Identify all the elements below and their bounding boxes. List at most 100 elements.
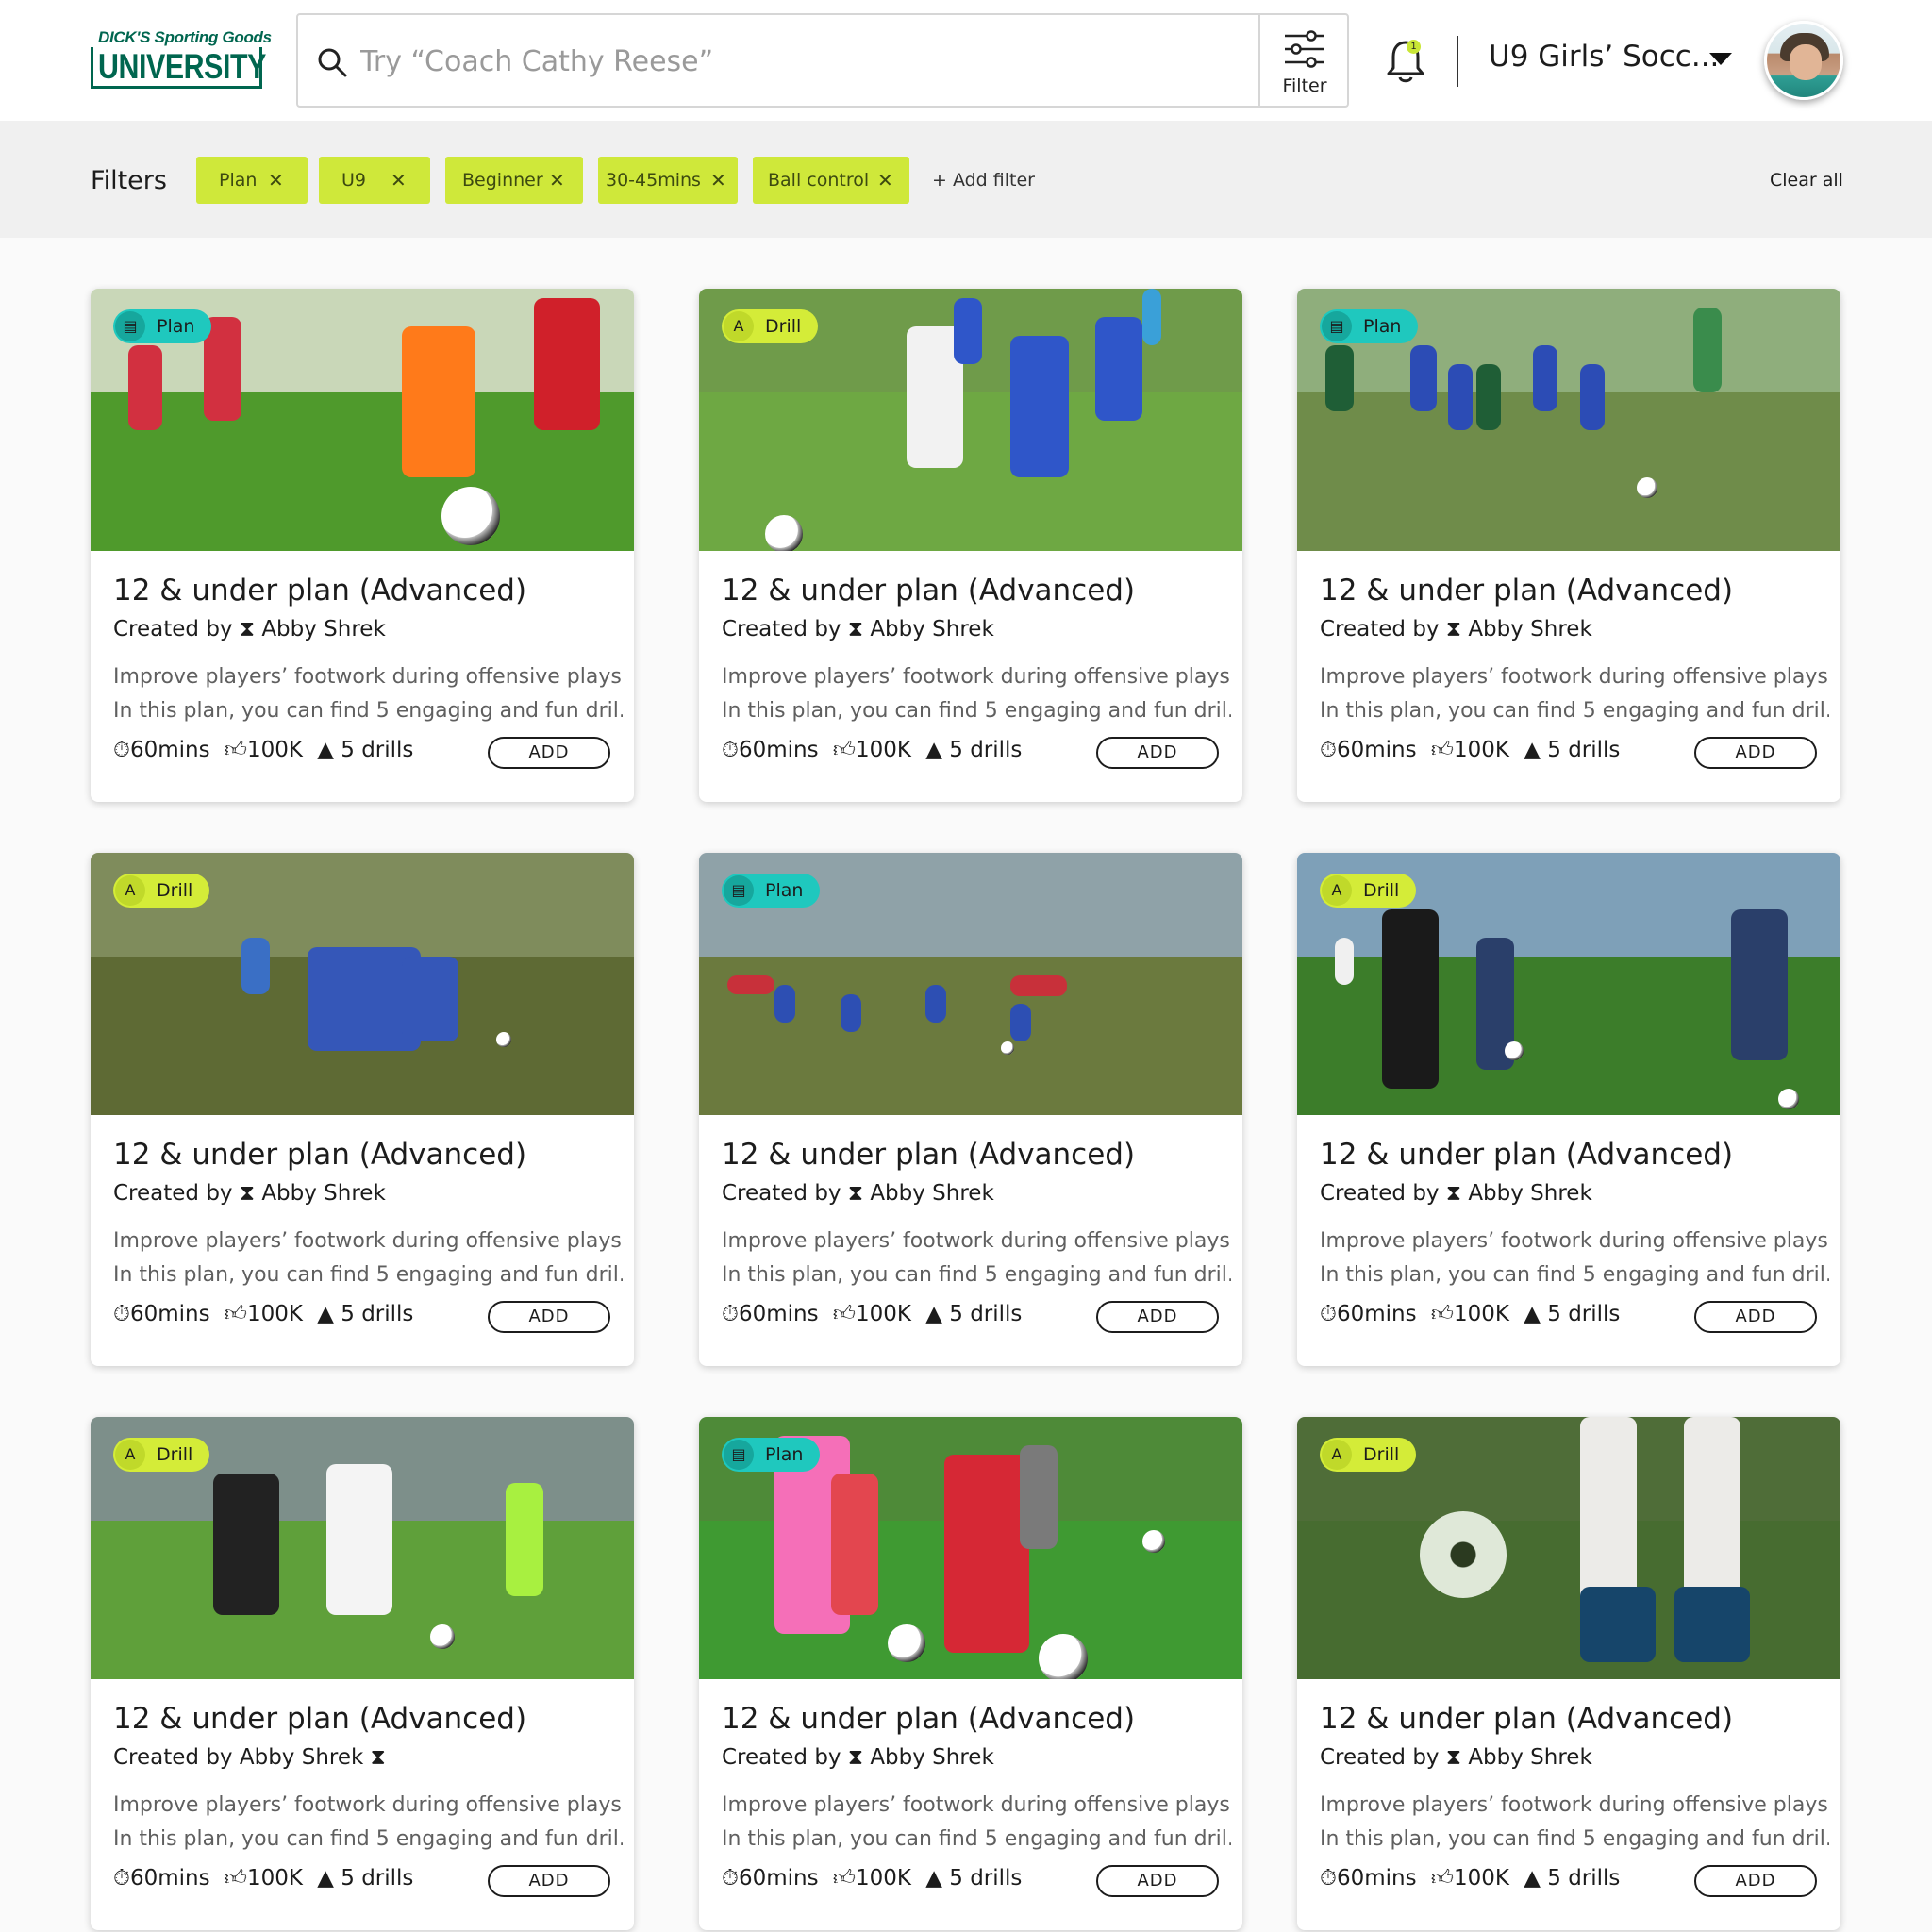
- creator-name[interactable]: Abby Shrek: [1468, 1181, 1591, 1206]
- add-button[interactable]: ADD: [1694, 737, 1817, 769]
- card-thumbnail[interactable]: A Drill: [91, 853, 634, 1115]
- close-icon[interactable]: ✕: [877, 157, 893, 204]
- filter-chip-u9[interactable]: U9 ✕: [319, 157, 430, 204]
- creator-name[interactable]: Abby Shrek: [1468, 1745, 1591, 1770]
- user-avatar[interactable]: [1764, 21, 1843, 100]
- card-creator: Created by ⧗ Abby Shrek: [1320, 1181, 1592, 1206]
- add-filter-button[interactable]: + Add filter: [932, 170, 1035, 191]
- creator-name[interactable]: Abby Shrek: [1468, 617, 1591, 641]
- player-figure: [925, 985, 946, 1023]
- clear-all-button[interactable]: Clear all: [1770, 170, 1843, 191]
- creator-name[interactable]: Abby Shrek: [240, 1745, 363, 1770]
- card-type-badge: ▤ Plan: [113, 309, 212, 343]
- card-title[interactable]: 12 & under plan (Advanced): [113, 1138, 526, 1172]
- content-card[interactable]: ▤ Plan 12 & under plan (Advanced) Create…: [699, 853, 1242, 1366]
- card-thumbnail[interactable]: A Drill: [699, 289, 1242, 551]
- coach-icon: ⧗: [847, 617, 864, 641]
- search-input[interactable]: [360, 38, 1209, 85]
- filter-chip-beginner[interactable]: Beginner ✕: [445, 157, 583, 204]
- card-likes: 100K: [246, 1302, 303, 1326]
- add-button[interactable]: ADD: [1694, 1301, 1817, 1333]
- card-description: Improve players’ footwork during offensi…: [722, 1789, 1231, 1857]
- coach-icon: ⧗: [1445, 1181, 1462, 1206]
- content-card[interactable]: A Drill 12 & under plan (Advanced) Creat…: [1297, 853, 1840, 1366]
- card-description-line: In this plan, you can find 5 engaging an…: [113, 1263, 623, 1287]
- card-thumbnail[interactable]: A Drill: [1297, 1417, 1840, 1679]
- card-thumbnail[interactable]: ▤ Plan: [699, 853, 1242, 1115]
- card-description: Improve players’ footwork during offensi…: [113, 660, 623, 728]
- card-title[interactable]: 12 & under plan (Advanced): [722, 574, 1135, 608]
- add-button[interactable]: ADD: [1096, 1301, 1219, 1333]
- add-button[interactable]: ADD: [488, 1301, 610, 1333]
- stopwatch-icon: ⏱: [113, 738, 130, 762]
- card-thumbnail[interactable]: A Drill: [1297, 853, 1840, 1115]
- card-description-line: Improve players’ footwork during offensi…: [1320, 665, 1829, 689]
- card-creator: Created by Abby Shrek ⧗: [113, 1745, 386, 1770]
- player-figure: [841, 994, 861, 1032]
- close-icon[interactable]: ✕: [391, 157, 407, 204]
- card-description: Improve players’ footwork during offensi…: [113, 1789, 623, 1857]
- cone-icon: A: [724, 311, 754, 341]
- card-title[interactable]: 12 & under plan (Advanced): [722, 1138, 1135, 1172]
- content-card[interactable]: A Drill 12 & under plan (Advanced) Creat…: [91, 1417, 634, 1930]
- card-meta: ⏱60mins 👍︎100K ▲ 5 drills: [722, 1866, 1022, 1891]
- close-icon[interactable]: ✕: [710, 157, 726, 204]
- filter-chip-duration[interactable]: 30-45mins ✕: [598, 157, 738, 204]
- card-creator: Created by ⧗ Abby Shrek: [113, 617, 386, 641]
- card-description-line: In this plan, you can find 5 engaging an…: [113, 1827, 623, 1851]
- creator-prefix: Created by: [113, 1745, 233, 1770]
- add-button[interactable]: ADD: [1096, 737, 1219, 769]
- dicks-university-logo[interactable]: DICK'S Sporting Goods UNIVERSITY: [89, 28, 272, 91]
- creator-name[interactable]: Abby Shrek: [261, 1181, 385, 1206]
- add-button[interactable]: ADD: [1096, 1865, 1219, 1897]
- content-card[interactable]: ▤ Plan 12 & under plan (Advanced) Create…: [1297, 289, 1840, 802]
- add-button[interactable]: ADD: [488, 737, 610, 769]
- close-icon[interactable]: ✕: [268, 157, 284, 204]
- card-title[interactable]: 12 & under plan (Advanced): [113, 574, 526, 608]
- card-thumbnail[interactable]: ▤ Plan: [91, 289, 634, 551]
- close-icon[interactable]: ✕: [549, 157, 565, 204]
- card-thumbnail[interactable]: ▤ Plan: [1297, 289, 1840, 551]
- add-button[interactable]: ADD: [488, 1865, 610, 1897]
- creator-name[interactable]: Abby Shrek: [261, 617, 385, 641]
- creator-name[interactable]: Abby Shrek: [870, 1745, 993, 1770]
- card-likes: 100K: [1453, 1866, 1509, 1890]
- content-card[interactable]: ▤ Plan 12 & under plan (Advanced) Create…: [91, 289, 634, 802]
- card-title[interactable]: 12 & under plan (Advanced): [1320, 1138, 1733, 1172]
- card-type-badge: ▤ Plan: [722, 874, 821, 908]
- team-selector[interactable]: U9 Girls’ Socc...: [1489, 40, 1719, 74]
- card-thumbnail[interactable]: A Drill: [91, 1417, 634, 1679]
- card-title[interactable]: 12 & under plan (Advanced): [1320, 574, 1733, 608]
- thumbs-up-icon: 👍︎: [832, 738, 856, 762]
- card-description-line: In this plan, you can find 5 engaging an…: [722, 1827, 1231, 1851]
- content-card[interactable]: ▤ Plan 12 & under plan (Advanced) Create…: [699, 1417, 1242, 1930]
- add-button[interactable]: ADD: [1694, 1865, 1817, 1897]
- card-title[interactable]: 12 & under plan (Advanced): [113, 1702, 526, 1736]
- card-title[interactable]: 12 & under plan (Advanced): [1320, 1702, 1733, 1736]
- content-card[interactable]: A Drill 12 & under plan (Advanced) Creat…: [699, 289, 1242, 802]
- creator-name[interactable]: Abby Shrek: [870, 617, 993, 641]
- coach-icon: ⧗: [239, 1181, 256, 1206]
- creator-name[interactable]: Abby Shrek: [870, 1181, 993, 1206]
- card-thumbnail[interactable]: ▤ Plan: [699, 1417, 1242, 1679]
- filter-chip-plan[interactable]: Plan ✕: [196, 157, 308, 204]
- filter-button[interactable]: Filter: [1258, 15, 1347, 106]
- stopwatch-icon: ⏱: [113, 1302, 130, 1326]
- filter-chip-ball-control[interactable]: Ball control ✕: [753, 157, 909, 204]
- content-card[interactable]: A Drill 12 & under plan (Advanced) Creat…: [1297, 1417, 1840, 1930]
- card-likes: 100K: [246, 738, 303, 762]
- creator-prefix: Created by: [1320, 617, 1440, 641]
- card-title[interactable]: 12 & under plan (Advanced): [722, 1702, 1135, 1736]
- card-creator: Created by ⧗ Abby Shrek: [1320, 617, 1592, 641]
- stopwatch-icon: ⏱: [722, 738, 739, 762]
- card-likes: 100K: [855, 1302, 911, 1326]
- cone-icon: A: [115, 1440, 145, 1470]
- player-figure: [944, 1455, 1029, 1653]
- caret-down-icon[interactable]: [1709, 53, 1732, 65]
- card-duration: 60mins: [738, 1302, 819, 1326]
- player-figure: [213, 1474, 279, 1615]
- soccer-ball: [1637, 477, 1657, 498]
- content-card[interactable]: A Drill 12 & under plan (Advanced) Creat…: [91, 853, 634, 1366]
- card-description-line: In this plan, you can find 5 engaging an…: [1320, 1827, 1829, 1851]
- card-likes: 100K: [855, 738, 911, 762]
